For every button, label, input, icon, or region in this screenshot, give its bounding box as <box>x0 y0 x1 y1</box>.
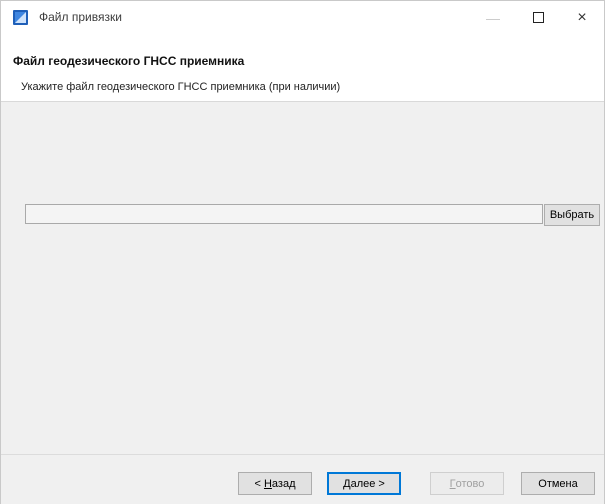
wizard-header: Файл геодезического ГНСС приемника Укажи… <box>1 34 604 102</box>
window-title: Файл привязки <box>39 10 122 24</box>
maximize-button[interactable] <box>516 1 560 34</box>
choose-file-button[interactable]: Выбрать <box>544 204 600 226</box>
back-button[interactable]: < Назад <box>238 472 312 495</box>
maximize-icon <box>532 12 544 23</box>
minimize-icon: — <box>486 9 500 26</box>
page-title: Файл геодезического ГНСС приемника <box>13 54 245 68</box>
next-mnemonic: Д <box>343 477 351 490</box>
app-icon <box>13 10 28 25</box>
back-prefix: < <box>254 477 264 490</box>
next-button[interactable]: Далее > <box>327 472 401 495</box>
close-icon: × <box>577 8 587 26</box>
finish-label-rest: отово <box>455 477 485 490</box>
cancel-button[interactable]: Отмена <box>521 472 595 495</box>
back-label-rest: азад <box>271 477 296 490</box>
wizard-dialog: Файл привязки — × Файл геодезического ГН… <box>0 0 605 504</box>
next-label-rest: алее > <box>350 477 385 490</box>
back-mnemonic: Н <box>263 477 272 490</box>
file-path-input[interactable] <box>25 204 543 224</box>
title-bar[interactable]: Файл привязки — × <box>1 1 604 34</box>
minimize-button[interactable]: — <box>471 1 515 34</box>
wizard-footer: < Назад Далее > Готово Отмена <box>1 454 604 504</box>
finish-button[interactable]: Готово <box>430 472 504 495</box>
page-subtitle: Укажите файл геодезического ГНСС приемни… <box>21 81 341 93</box>
wizard-content: Выбрать <box>1 102 604 454</box>
close-button[interactable]: × <box>560 1 604 34</box>
